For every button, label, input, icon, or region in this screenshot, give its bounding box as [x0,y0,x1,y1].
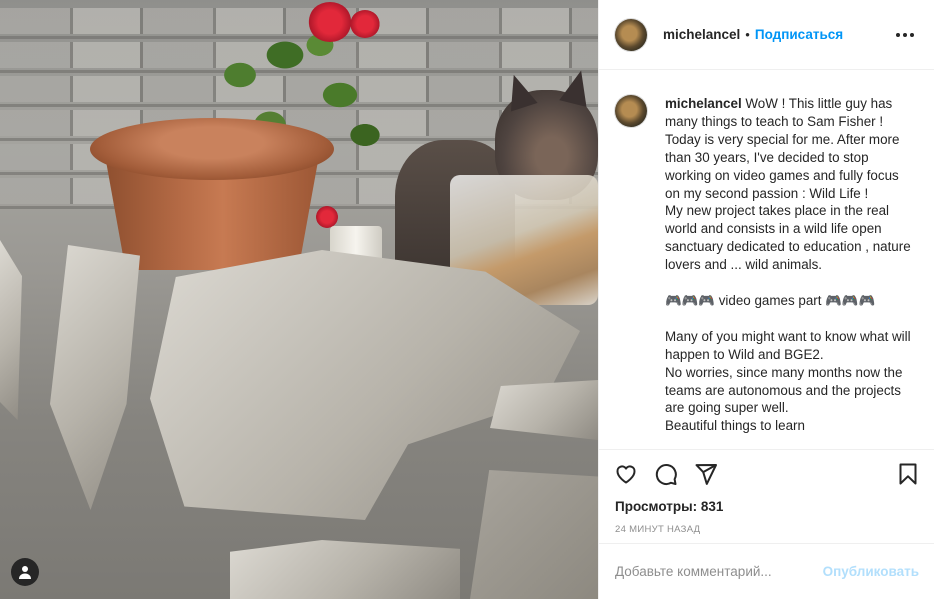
post-header: michelancel • Подписаться [599,0,934,70]
comment-icon[interactable] [653,461,679,487]
caption-text-block: michelancel WoW ! This little guy has ma… [665,95,915,449]
paper-plane-icon[interactable] [693,461,719,487]
flower-pot-rim [90,118,334,180]
rock [490,380,598,440]
author-username[interactable]: michelancel [663,27,740,42]
add-comment-bar: Опубликовать [599,543,934,599]
caption-section: michelancel WoW ! This little guy has ma… [599,71,934,449]
caption-username[interactable]: michelancel [665,96,742,111]
rock [50,245,140,510]
heart-icon[interactable] [613,461,639,487]
post-photo[interactable] [0,0,598,599]
rock [470,470,598,599]
post-details-panel: michelancel • Подписаться michelancel Wo… [598,0,934,599]
caption-text: WoW ! This little guy has many things to… [665,96,911,434]
red-flower [350,10,380,38]
views-count[interactable]: Просмотры: 831 [599,499,934,514]
red-flower [308,2,352,42]
person-icon [19,566,31,579]
tagged-users-button[interactable] [11,558,39,586]
rock [230,540,460,599]
post-actions: Просмотры: 831 24 минут назад [599,449,934,535]
action-icons-row [599,450,934,498]
rock [0,240,22,420]
avatar[interactable] [615,18,647,51]
red-flower [316,206,338,228]
header-separator: • [745,27,750,42]
bookmark-icon[interactable] [895,461,921,487]
avatar[interactable] [615,95,647,127]
more-horizontal-icon[interactable] [892,29,918,41]
publish-button[interactable]: Опубликовать [823,564,919,579]
comment-input[interactable] [615,564,815,579]
fox-ear [559,67,595,107]
follow-button[interactable]: Подписаться [755,27,843,42]
post-timestamp[interactable]: 24 минут назад [599,524,934,535]
